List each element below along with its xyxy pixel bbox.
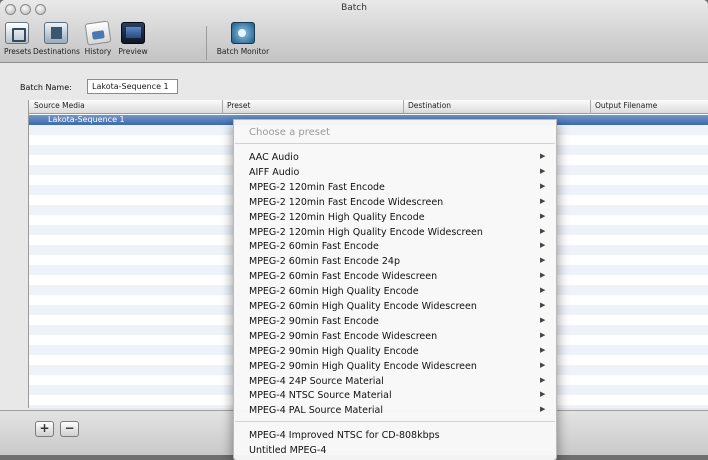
toolbar-preview-button[interactable]: Preview [117, 22, 149, 62]
add-button[interactable]: + [35, 421, 54, 437]
preset-menu-item[interactable]: MPEG-2 60min Fast Encode 24p ▶ [234, 254, 556, 269]
preset-menu-item[interactable]: MPEG-2 60min High Quality Encode Widescr… [234, 299, 556, 314]
submenu-arrow-icon: ▶ [540, 390, 546, 399]
preset-menu-item-label: MPEG-2 60min Fast Encode 24p [249, 256, 400, 268]
custom-preset-menu-item-label: Untitled MPEG-4 [249, 444, 327, 456]
custom-preset-menu-item-label: MPEG-4 Improved NTSC for CD-808kbps [249, 430, 440, 441]
submenu-arrow-icon: ▶ [540, 330, 546, 339]
preset-menu-item-label: MPEG-2 120min Fast Encode Widescreen [249, 196, 444, 208]
submenu-arrow-icon: ▶ [540, 375, 546, 384]
preset-menu-item[interactable]: MPEG-4 24P Source Material ▶ [234, 374, 556, 389]
submenu-arrow-icon: ▶ [540, 152, 546, 160]
preset-menu-item[interactable]: MPEG-2 60min Fast Encode Widescreen ▶ [234, 269, 556, 284]
preset-menu-item-label: MPEG-4 24P Source Material [249, 375, 384, 387]
submenu-arrow-icon: ▶ [540, 360, 546, 369]
submenu-arrow-icon: ▶ [540, 211, 546, 220]
custom-preset-menu-item[interactable]: Untitled MPEG-4 [234, 443, 556, 458]
submenu-arrow-icon: ▶ [540, 271, 546, 280]
column-header-destination[interactable]: Destination [408, 101, 451, 110]
preset-menu-item-label: MPEG-4 PAL Source Material [249, 405, 383, 417]
preset-menu-item-label: MPEG-2 60min High Quality Encode [249, 286, 419, 298]
submenu-arrow-icon: ▶ [540, 315, 546, 324]
preset-menu-item[interactable]: MPEG-2 90min Fast Encode Widescreen ▶ [234, 329, 556, 344]
column-header-source-media[interactable]: Source Media [34, 101, 85, 110]
preset-menu-item-label: MPEG-4 NTSC Source Material [249, 390, 392, 402]
window-title: Batch [341, 3, 367, 13]
preset-menu-item-label: AAC Audio [249, 152, 299, 163]
toolbar-batch-monitor-button[interactable]: Batch Monitor [214, 22, 272, 62]
toolbar-separator [206, 26, 207, 60]
menu-header: Choose a preset [249, 127, 331, 138]
source-media-cell: Lakota-Sequence 1 [48, 115, 125, 124]
presets-icon [5, 22, 29, 44]
title-bar: Batch Presets Destinations History Previ… [0, 0, 708, 63]
preset-dropdown-menu: Choose a preset AAC Audio ▶ AIFF Audio ▶ MPE… [233, 119, 557, 460]
submenu-arrow-icon: ▶ [540, 301, 546, 309]
toolbar-destinations-button[interactable]: Destinations [33, 22, 80, 62]
preset-menu-item[interactable]: MPEG-2 60min Fast Encode ▶ [234, 239, 556, 254]
preset-menu-item[interactable]: MPEG-2 90min Fast Encode ▶ [234, 314, 556, 329]
preset-menu-item-label: MPEG-2 60min Fast Encode Widescreen [249, 271, 438, 283]
preset-menu-item-label: AIFF Audio [249, 166, 300, 178]
preset-menu-item-label: MPEG-2 90min Fast Encode [249, 315, 379, 327]
batch-name-field[interactable]: Lakota-Sequence 1 [87, 79, 178, 94]
toolbar-presets-label: Presets [4, 47, 32, 56]
submenu-arrow-icon: ▶ [540, 166, 546, 175]
table-header: Source Media Preset Destination Output F… [29, 100, 708, 114]
column-header-output-filename[interactable]: Output Filename [595, 101, 657, 110]
toolbar-destinations-label: Destinations [33, 47, 80, 56]
preset-menu-item[interactable]: MPEG-2 120min Fast Encode Widescreen ▶ [234, 195, 556, 210]
submenu-arrow-icon: ▶ [540, 226, 546, 235]
toolbar-presets-button[interactable]: Presets [4, 22, 32, 62]
toolbar-history-button[interactable]: History [82, 20, 114, 62]
preset-menu-item-label: MPEG-2 60min High Quality Encode Widescr… [249, 301, 477, 312]
preset-menu-item[interactable]: MPEG-2 90min High Quality Encode Widescr… [234, 359, 556, 374]
toolbar-preview-label: Preview [118, 47, 148, 56]
submenu-arrow-icon: ▶ [540, 345, 546, 354]
preset-menu-item-label: MPEG-2 60min Fast Encode [249, 241, 379, 253]
preset-menu-item[interactable]: MPEG-2 60min High Quality Encode ▶ [234, 284, 556, 299]
preset-menu-item[interactable]: MPEG-2 120min Fast Encode ▶ [234, 180, 556, 195]
custom-preset-menu-item[interactable]: MPEG-4 Improved NTSC for CD-808kbps [234, 428, 556, 443]
preset-menu-item-label: MPEG-2 90min Fast Encode Widescreen [249, 330, 438, 342]
batch-name-label: Batch Name: [20, 83, 72, 92]
remove-button[interactable]: − [60, 421, 79, 437]
toolbar-history-label: History [84, 47, 112, 56]
batch-monitor-icon [231, 22, 255, 44]
preview-icon [121, 22, 145, 44]
menu-divider [235, 143, 555, 144]
toolbar-batch-monitor-label: Batch Monitor [216, 47, 270, 56]
preset-menu-item[interactable]: MPEG-2 120min High Quality Encode ▶ [234, 210, 556, 225]
destinations-icon [44, 22, 68, 44]
preset-menu-item-label: MPEG-2 120min High Quality Encode Widesc… [249, 226, 483, 238]
preset-menu-item-label: MPEG-2 90min High Quality Encode [249, 345, 419, 357]
preset-menu-item[interactable]: MPEG-2 90min High Quality Encode ▶ [234, 344, 556, 359]
submenu-arrow-icon: ▶ [540, 196, 546, 205]
preset-menu-item[interactable]: AAC Audio ▶ [234, 150, 556, 165]
preset-menu-item[interactable]: MPEG-4 PAL Source Material ▶ [234, 403, 556, 418]
preset-menu-item-label: MPEG-2 120min Fast Encode [249, 181, 385, 193]
preset-menu-item[interactable]: MPEG-4 NTSC Source Material ▶ [234, 388, 556, 403]
submenu-arrow-icon: ▶ [540, 405, 546, 414]
submenu-arrow-icon: ▶ [540, 241, 546, 250]
submenu-arrow-icon: ▶ [540, 256, 546, 265]
preset-menu-item[interactable]: AIFF Audio ▶ [234, 165, 556, 180]
preset-menu-item-label: MPEG-2 90min High Quality Encode Widescr… [249, 360, 477, 372]
preset-menu-item-label: MPEG-2 120min High Quality Encode [249, 211, 425, 223]
column-header-preset[interactable]: Preset [227, 101, 250, 110]
submenu-arrow-icon: ▶ [540, 181, 546, 190]
history-icon [84, 20, 112, 46]
menu-divider [235, 421, 555, 422]
preset-menu-item[interactable]: MPEG-2 120min High Quality Encode Widesc… [234, 225, 556, 240]
submenu-arrow-icon: ▶ [540, 286, 546, 295]
